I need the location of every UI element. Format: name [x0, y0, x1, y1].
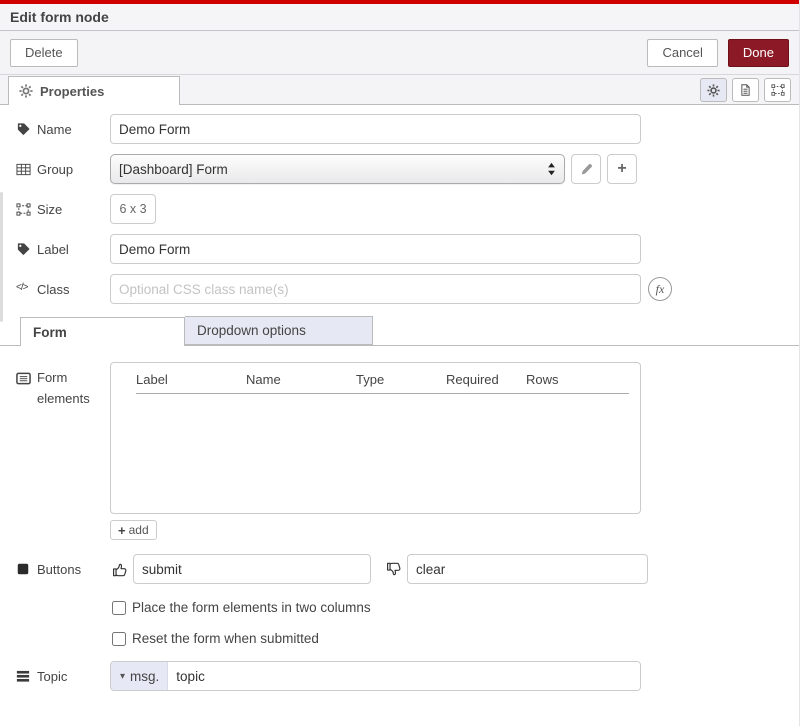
column-header-type: Type	[356, 372, 446, 387]
name-label: Name	[16, 122, 110, 137]
class-input[interactable]	[110, 274, 641, 304]
column-header-name: Name	[246, 372, 356, 387]
group-row: Group [Dashboard] Form +	[16, 154, 799, 184]
tasks-icon	[16, 669, 31, 684]
table-icon	[16, 162, 31, 177]
description-button[interactable]	[732, 78, 759, 102]
group-label: Group	[16, 162, 110, 177]
reset-form-label[interactable]: Reset the form when submitted	[132, 631, 319, 646]
size-button[interactable]: 6 x 3	[110, 194, 156, 224]
topic-input[interactable]	[168, 662, 640, 690]
cancel-button[interactable]: Cancel	[647, 39, 717, 67]
tab-dropdown-options[interactable]: Dropdown options	[185, 316, 373, 345]
two-columns-checkbox[interactable]	[112, 601, 126, 615]
tab-properties[interactable]: Properties	[8, 76, 180, 105]
size-label: Size	[16, 202, 110, 217]
object-group-icon	[771, 83, 785, 97]
appearance-button[interactable]	[764, 78, 791, 102]
dialog-toolbar: Delete Cancel Done	[0, 31, 799, 75]
group-select-value: [Dashboard] Form	[119, 162, 228, 177]
fx-icon: fx	[656, 282, 665, 297]
dialog-header: Edit form node	[0, 4, 799, 31]
pencil-icon	[580, 163, 593, 176]
expression-button[interactable]: fx	[648, 277, 672, 301]
name-input[interactable]	[110, 114, 641, 144]
square-icon	[16, 562, 31, 577]
done-button[interactable]: Done	[728, 39, 789, 67]
group-select[interactable]: [Dashboard] Form	[110, 154, 565, 184]
label-input[interactable]	[110, 234, 641, 264]
form-elements-section: Form elements Label Name Type Required R…	[16, 362, 799, 514]
reset-form-option: Reset the form when submitted	[112, 631, 799, 646]
scrollbar-thumb[interactable]	[0, 192, 3, 322]
dialog-title: Edit form node	[10, 9, 109, 25]
editor-tab-bar: Properties	[0, 75, 799, 105]
label-row: Label	[16, 234, 799, 264]
form-elements-headers: Label Name Type Required Rows	[111, 363, 640, 393]
clear-button-input[interactable]	[407, 554, 648, 584]
tag-icon	[16, 122, 31, 137]
select-arrows-icon	[547, 162, 556, 176]
two-columns-label[interactable]: Place the form elements in two columns	[132, 600, 371, 615]
topic-row: Topic ▾ msg.	[16, 661, 799, 691]
submit-button-input[interactable]	[133, 554, 371, 584]
editor-tab-icons	[700, 78, 791, 102]
tag-icon	[16, 242, 31, 257]
form-elements-label: Form elements	[16, 362, 110, 514]
label-label: Label	[16, 242, 110, 257]
caret-down-icon: ▾	[120, 671, 125, 682]
add-element-button[interactable]: + add	[110, 520, 157, 540]
topic-type-label: msg.	[130, 669, 159, 684]
object-group-icon	[16, 202, 31, 217]
tab-properties-label: Properties	[40, 84, 104, 99]
column-header-rows: Rows	[526, 372, 640, 387]
topic-type-select[interactable]: ▾ msg.	[111, 662, 168, 690]
buttons-label: Buttons	[16, 562, 110, 577]
tab-form[interactable]: Form	[20, 317, 185, 346]
thumbs-up-icon	[112, 561, 129, 578]
topic-typed-input: ▾ msg.	[110, 661, 641, 691]
document-icon	[739, 83, 752, 97]
properties-panel: Name Group [Dashboard] Form	[0, 114, 799, 691]
header-divider	[136, 393, 629, 394]
delete-button[interactable]: Delete	[10, 39, 78, 67]
code-icon: </>	[16, 282, 31, 297]
buttons-row: Buttons	[16, 554, 799, 584]
class-row: </> Class fx	[16, 274, 799, 304]
topic-label: Topic	[16, 669, 110, 684]
column-header-label: Label	[136, 372, 246, 387]
form-elements-list[interactable]: Label Name Type Required Rows	[110, 362, 641, 514]
list-alt-icon	[16, 371, 31, 386]
thumbs-down-icon	[386, 561, 403, 578]
gear-icon	[707, 84, 720, 97]
add-group-button[interactable]: +	[607, 154, 637, 184]
properties-gear-button[interactable]	[700, 78, 727, 102]
size-row: Size 6 x 3	[16, 194, 799, 224]
gear-icon	[19, 84, 33, 98]
class-label: </> Class	[16, 282, 110, 297]
plus-icon: +	[118, 523, 126, 538]
plus-icon: +	[617, 160, 626, 178]
name-row: Name	[16, 114, 799, 144]
reset-form-checkbox[interactable]	[112, 632, 126, 646]
form-subtab-bar: Form Dropdown options	[0, 316, 799, 346]
two-columns-option: Place the form elements in two columns	[112, 600, 799, 615]
edit-group-button[interactable]	[571, 154, 601, 184]
column-header-required: Required	[446, 372, 526, 387]
